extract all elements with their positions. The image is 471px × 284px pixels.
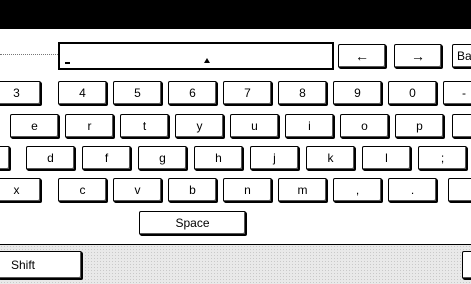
key-label: 8: [299, 86, 306, 100]
title-bar: [0, 0, 471, 28]
space-key-label: Space: [175, 216, 210, 230]
key-7[interactable]: 7: [223, 81, 272, 105]
key-label: n: [244, 183, 251, 197]
key-slash-partial[interactable]: [448, 178, 471, 202]
key-m[interactable]: m: [278, 178, 327, 202]
key-label: k: [327, 151, 334, 165]
key-9[interactable]: 9: [333, 81, 382, 105]
key-4[interactable]: 4: [58, 81, 107, 105]
keyboard-screen: ← → Ba 3 4 5 6 7 8 9 0 - e r t y u i o p…: [0, 0, 471, 284]
key-label: c: [79, 183, 86, 197]
key-label: v: [134, 183, 141, 197]
key-8[interactable]: 8: [278, 81, 327, 105]
backspace-button[interactable]: Ba: [452, 44, 471, 68]
key-s-partial[interactable]: [0, 146, 10, 170]
key-label: 3: [13, 86, 20, 100]
position-marker-icon: [204, 58, 210, 63]
key-i[interactable]: i: [285, 114, 334, 138]
key-label: i: [308, 119, 311, 133]
key-label: u: [251, 119, 258, 133]
backspace-label: Ba: [457, 49, 471, 63]
key-o[interactable]: o: [340, 114, 389, 138]
key-label: r: [87, 119, 92, 133]
key-label: x: [13, 183, 20, 197]
key-label: 9: [354, 86, 361, 100]
key-label: p: [416, 119, 423, 133]
key-label: f: [104, 151, 109, 165]
key-y[interactable]: y: [175, 114, 224, 138]
key-5[interactable]: 5: [113, 81, 162, 105]
key-t[interactable]: t: [120, 114, 169, 138]
space-key[interactable]: Space: [139, 211, 246, 235]
key-u[interactable]: u: [230, 114, 279, 138]
key-label: .: [410, 183, 415, 197]
text-cursor: [65, 62, 70, 64]
key-label: 0: [409, 86, 416, 100]
key-f[interactable]: f: [82, 146, 131, 170]
key-3[interactable]: 3: [0, 81, 41, 105]
key-r[interactable]: r: [65, 114, 114, 138]
key-label: 7: [244, 86, 251, 100]
bottom-right-button[interactable]: [462, 251, 471, 279]
key-bracket-partial[interactable]: [452, 114, 471, 138]
key-d[interactable]: d: [26, 146, 75, 170]
key-x[interactable]: x: [0, 178, 41, 202]
key-e[interactable]: e: [10, 114, 59, 138]
key-semicolon[interactable]: ;: [418, 146, 467, 170]
shift-key-label: Shift: [11, 258, 36, 272]
key-label: g: [159, 151, 166, 165]
key-0[interactable]: 0: [388, 81, 437, 105]
key-label: e: [31, 119, 38, 133]
key-b[interactable]: b: [168, 178, 217, 202]
key-label: m: [297, 183, 308, 197]
key-n[interactable]: n: [223, 178, 272, 202]
key-k[interactable]: k: [306, 146, 355, 170]
key-label: -: [462, 86, 466, 100]
key-label: b: [189, 183, 196, 197]
key-minus[interactable]: -: [443, 81, 471, 105]
key-label: h: [215, 151, 222, 165]
cursor-right-button[interactable]: →: [394, 44, 442, 68]
input-guide-line: [0, 54, 60, 55]
key-label: d: [47, 151, 54, 165]
key-label: 6: [189, 86, 196, 100]
key-label: 5: [134, 86, 141, 100]
key-j[interactable]: j: [250, 146, 299, 170]
key-l[interactable]: l: [362, 146, 411, 170]
key-h[interactable]: h: [194, 146, 243, 170]
key-v[interactable]: v: [113, 178, 162, 202]
key-6[interactable]: 6: [168, 81, 217, 105]
key-label: ;: [440, 151, 445, 165]
key-c[interactable]: c: [58, 178, 107, 202]
key-label: l: [385, 151, 388, 165]
key-label: t: [142, 119, 147, 133]
left-arrow-icon: ←: [355, 48, 369, 64]
text-input[interactable]: [58, 42, 334, 70]
right-arrow-icon: →: [411, 48, 425, 64]
key-period[interactable]: .: [388, 178, 437, 202]
key-label: y: [196, 119, 203, 133]
cursor-left-button[interactable]: ←: [338, 44, 386, 68]
key-p[interactable]: p: [395, 114, 444, 138]
key-label: ,: [355, 183, 360, 197]
key-label: 4: [79, 86, 86, 100]
key-g[interactable]: g: [138, 146, 187, 170]
key-comma[interactable]: ,: [333, 178, 382, 202]
shift-key[interactable]: Shift: [0, 251, 82, 279]
key-label: o: [361, 119, 368, 133]
key-label: j: [273, 151, 276, 165]
